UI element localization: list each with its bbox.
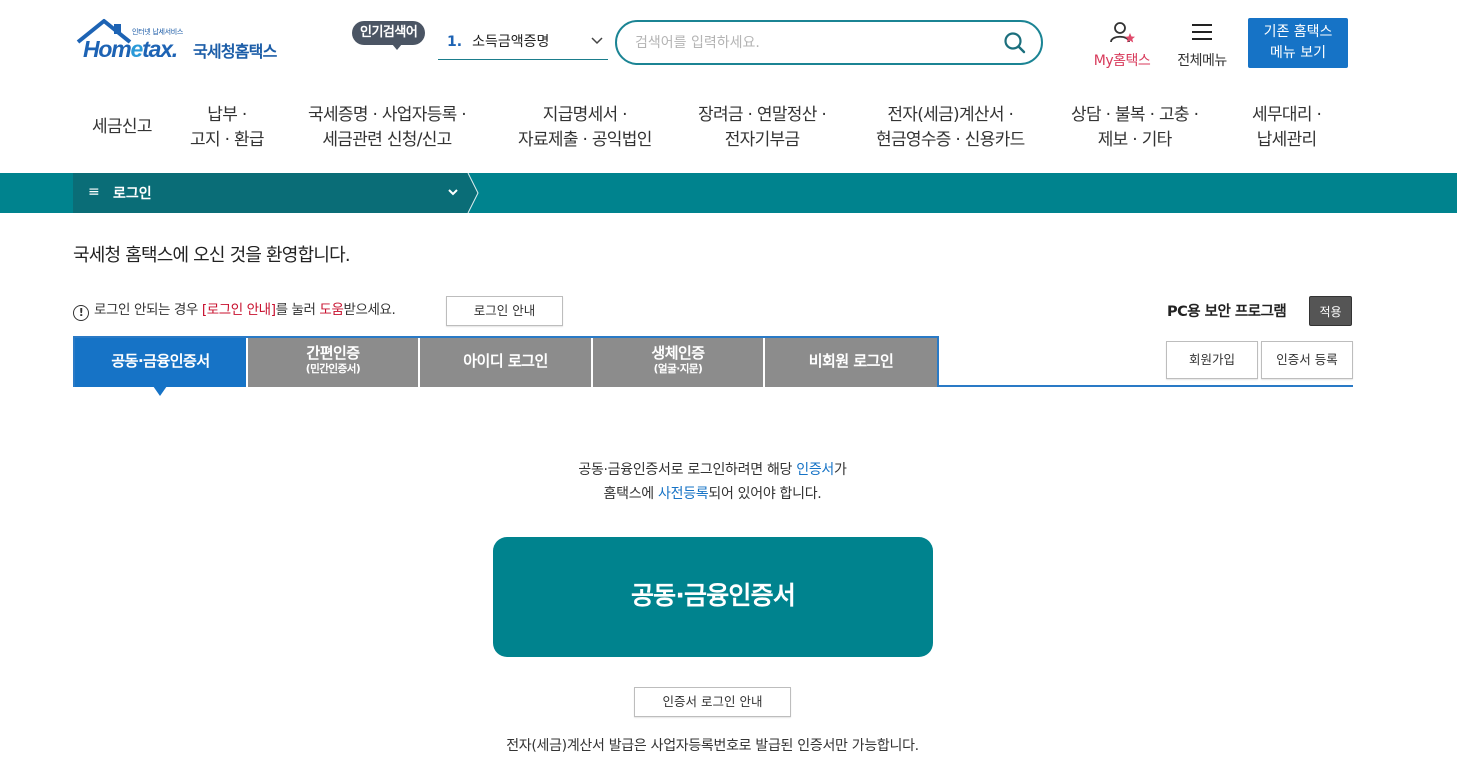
gnb-label: 고지 · 환급 [190, 130, 265, 150]
gnb-label: 세금신고 [92, 117, 152, 137]
login-guide-button[interactable]: 로그인 안내 [446, 296, 563, 326]
cert-login-info: 공동·금융인증서로 로그인하려면 해당 인증서가 홈택스에 사전등록되어 있어야… [420, 458, 1005, 506]
tab-non-member-login[interactable]: 비회원 로그인 [765, 338, 937, 387]
gnb-item-payment-statements[interactable]: 지급명세서 · 자료제출 · 공익법인 [518, 103, 652, 153]
gnb-label: 지급명세서 · [542, 105, 628, 125]
e-invoice-info: 전자(세금)계산서 발급은 사업자등록번호로 발급된 인증서만 가능합니다. [506, 738, 919, 754]
hometax-logo[interactable]: 인터넷 납세서비스 Hometax. 국세청홈택스 [74, 18, 294, 70]
user-star-icon [1110, 22, 1135, 43]
gnb-label: 세금관련 신청/신고 [322, 130, 452, 150]
login-help-notice: ! 로그인 안되는 경우 [로그인 안내]를 눌러 도움받으세요. [73, 298, 396, 321]
gnb-label: 세무대리 · [1252, 105, 1322, 125]
search-icon[interactable] [1003, 31, 1027, 55]
active-tab-pointer-icon [153, 386, 167, 396]
login-guide-link[interactable]: [로그인 안내] [202, 302, 276, 318]
gnb-label: 납부 · [207, 105, 247, 125]
tab-sublabel: (민간인증서) [305, 363, 361, 375]
cert-login-button[interactable]: 공동·금융인증서 [493, 537, 933, 657]
location-dropdown[interactable]: ≡ 로그인 [73, 173, 468, 213]
gnb-label: 전자기부금 [724, 130, 800, 150]
tab-sublabel: (얼굴·지문) [653, 363, 703, 375]
gnb-label: 장려금 · 연말정산 · [698, 105, 827, 125]
info-highlight: 인증서 [796, 462, 835, 478]
tab-id-login[interactable]: 아이디 로그인 [420, 338, 591, 387]
info-highlight: 사전등록 [658, 486, 709, 502]
cert-login-guide-button[interactable]: 인증서 로그인 안내 [634, 687, 791, 717]
popular-term: 소득금액증명 [472, 34, 550, 50]
security-apply-button[interactable]: 적용 [1309, 296, 1352, 326]
old-menu-line2: 메뉴 보기 [1270, 45, 1326, 61]
menu-lines-icon: ≡ [88, 184, 100, 200]
logo-english: Hometax. [83, 36, 178, 62]
gnb-item-certificates[interactable]: 국세증명 · 사업자등록 · 세금관련 신청/신고 [308, 103, 467, 153]
info-text: 되어 있어야 합니다. [708, 486, 822, 502]
tab-label: 비회원 로그인 [808, 352, 894, 370]
chevron-down-icon [591, 37, 603, 45]
info-text: 홈택스에 [603, 486, 659, 502]
pc-security-label: PC용 보안 프로그램 [1167, 304, 1287, 320]
old-hometax-menu-button[interactable]: 기존 홈택스 메뉴 보기 [1248, 18, 1348, 68]
tab-label: 아이디 로그인 [463, 352, 548, 370]
tab-joint-financial-cert[interactable]: 공동·금융인증서 [75, 338, 246, 387]
tab-label: 생체인증 [651, 344, 705, 362]
location-label: 로그인 [113, 186, 152, 202]
gnb-item-payment[interactable]: 납부 · 고지 · 환급 [190, 103, 265, 153]
search-input[interactable] [635, 31, 995, 55]
all-menu-label: 전체메뉴 [1177, 53, 1227, 69]
gnb-item-tax-filing[interactable]: 세금신고 [92, 115, 152, 140]
my-hometax-link[interactable]: My홈택스 [1086, 20, 1158, 70]
gnb-label: 자료제출 · 공익법인 [518, 130, 652, 150]
gnb-item-consulting[interactable]: 상담 · 불복 · 고충 · 제보 · 기타 [1071, 103, 1199, 153]
gnb-label: 납세관리 [1256, 130, 1317, 150]
exclamation-circle-icon: ! [73, 305, 89, 321]
gnb-label: 국세증명 · 사업자등록 · [308, 105, 467, 125]
tab-simple-auth[interactable]: 간편인증 (민간인증서) [248, 338, 418, 387]
cert-register-button[interactable]: 인증서 등록 [1261, 341, 1353, 379]
tab-label: 공동·금융인증서 [111, 352, 210, 370]
tab-label: 간편인증 [306, 344, 360, 362]
info-text: 가 [834, 462, 847, 478]
join-button[interactable]: 회원가입 [1166, 341, 1258, 379]
tab-underline [937, 385, 1353, 387]
gnb-label: 현금영수증 · 신용카드 [876, 130, 1025, 150]
old-menu-line1: 기존 홈택스 [1263, 24, 1333, 40]
notice-text: 로그인 안되는 경우 [94, 302, 202, 318]
notice-help-text: 도움 [319, 302, 344, 318]
notice-text: 받으세요. [343, 302, 396, 318]
gnb-label: 전자(세금)계산서 · [887, 105, 1014, 125]
welcome-title: 국세청 홈택스에 오신 것을 환영합니다. [73, 245, 351, 266]
hamburger-icon [1192, 24, 1212, 40]
popular-search-select[interactable]: 1. 소득금액증명 [438, 28, 608, 60]
gnb-item-tax-agent[interactable]: 세무대리 · 납세관리 [1252, 103, 1322, 153]
gnb-item-e-invoice[interactable]: 전자(세금)계산서 · 현금영수증 · 신용카드 [876, 103, 1025, 153]
logo-korean: 국세청홈택스 [193, 42, 277, 61]
my-hometax-label: My홈택스 [1093, 53, 1151, 69]
all-menu-button[interactable]: 전체메뉴 [1170, 20, 1234, 70]
gnb-label: 상담 · 불복 · 고충 · [1071, 105, 1199, 125]
popular-rank: 1. [447, 34, 463, 50]
breadcrumb-arrow-icon [467, 173, 479, 213]
gnb-label: 제보 · 기타 [1097, 130, 1173, 150]
tab-biometric[interactable]: 생체인증 (얼굴·지문) [593, 338, 763, 387]
notice-text: 를 눌러 [275, 302, 320, 318]
search-box [615, 20, 1043, 65]
info-text: 공동·금융인증서로 로그인하려면 해당 [578, 462, 797, 478]
popular-search-badge: 인기검색어 [352, 21, 426, 50]
gnb-item-incentives[interactable]: 장려금 · 연말정산 · 전자기부금 [698, 103, 827, 153]
chevron-down-icon [448, 189, 458, 196]
login-method-tabs: 공동·금융인증서 간편인증 (민간인증서) 아이디 로그인 생체인증 (얼굴·지문)… [73, 336, 939, 387]
